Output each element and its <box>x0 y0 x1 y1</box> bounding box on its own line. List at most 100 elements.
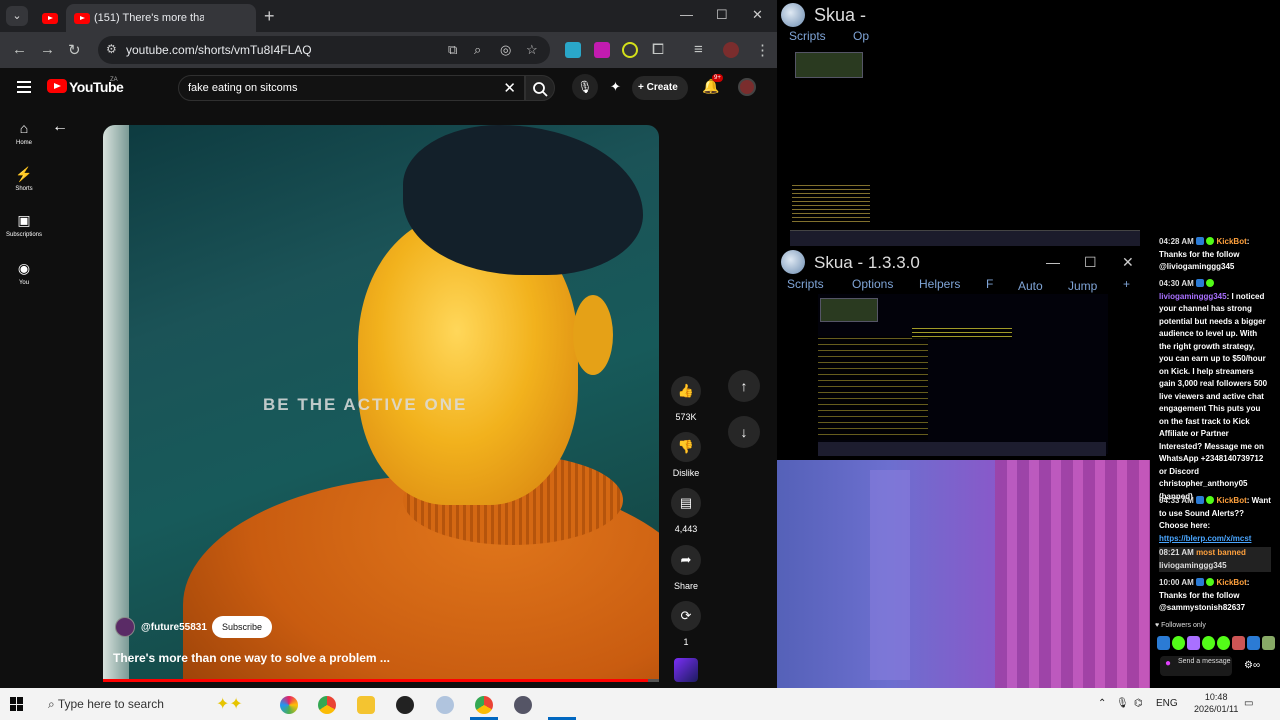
chrome-app-icon[interactable] <box>318 696 336 714</box>
emote-icon[interactable] <box>1232 636 1245 650</box>
maximize-button[interactable]: ☐ <box>716 7 728 23</box>
forward-button[interactable]: → <box>40 41 55 58</box>
skua-close-button[interactable]: ✕ <box>1122 254 1134 271</box>
microphone-tray-icon[interactable]: 🎙 <box>1116 698 1129 709</box>
message-user[interactable]: KickBot <box>1217 578 1247 587</box>
address-bar[interactable]: ⚙ youtube.com/shorts/vmTu8I4FLAQ ⧉ ⌕ ◎ ☆ <box>98 36 550 64</box>
subscribe-button[interactable]: Subscribe <box>212 616 272 638</box>
skua-small-menu-scripts[interactable]: Scripts <box>789 29 826 43</box>
skua-menu-auto[interactable]: Auto <box>1018 279 1043 293</box>
guide-label: Shorts <box>15 186 33 192</box>
back-arrow-icon[interactable]: ← <box>52 118 68 136</box>
guide-item-you[interactable]: ◉ You <box>0 260 48 286</box>
like-button[interactable]: 👍 573K <box>668 376 704 422</box>
skua-menu-f[interactable]: F <box>986 277 993 291</box>
media-control-icon[interactable]: ≡ <box>694 41 703 58</box>
snipping-app-icon[interactable] <box>436 696 454 714</box>
channel-name[interactable]: @future55831 <box>141 622 207 633</box>
emote-icon[interactable] <box>1217 636 1230 650</box>
video-progress-bar[interactable] <box>103 679 659 682</box>
search-button[interactable] <box>525 75 555 101</box>
install-icon[interactable]: ⧉ <box>448 42 457 58</box>
browser-menu-icon[interactable]: ⋮ <box>755 41 770 59</box>
new-tab-button[interactable]: + <box>264 6 275 27</box>
site-info-icon[interactable]: ⚙ <box>106 42 117 56</box>
mod-badge-icon <box>1196 237 1205 245</box>
sound-thumbnail[interactable] <box>674 658 698 682</box>
youtube-logo-icon[interactable] <box>47 79 67 93</box>
pinwheel-app-icon[interactable] <box>280 696 298 714</box>
dislike-button[interactable]: 👎 Dislike <box>668 432 704 478</box>
create-button[interactable]: + Create <box>632 76 688 100</box>
skua-small-menu-options[interactable]: Op <box>853 29 869 43</box>
channel-avatar[interactable] <box>115 617 135 637</box>
mic-icon[interactable]: ● <box>1165 659 1171 669</box>
tab-search-button[interactable]: ⌄ <box>6 6 28 26</box>
bookmark-star-icon[interactable]: ☆ <box>526 42 538 58</box>
remix-icon: ⟳ <box>671 601 701 631</box>
user-avatar[interactable] <box>738 78 756 96</box>
guide-item-home[interactable]: ⌂ Home <box>0 120 48 146</box>
skua-menu-jump[interactable]: Jump <box>1068 279 1097 293</box>
guide-item-shorts[interactable]: ⚡ Shorts <box>0 166 48 192</box>
taskbar-clock[interactable]: 10:48 2026/01/11 <box>1194 691 1238 715</box>
previous-short-button[interactable]: ↑ <box>728 370 760 402</box>
emote-icon[interactable] <box>1247 636 1260 650</box>
reload-button[interactable]: ↻ <box>68 41 81 59</box>
chat-settings-icon[interactable]: ⚙∞ <box>1244 660 1260 671</box>
message-user[interactable]: KickBot <box>1217 237 1247 246</box>
emote-icon[interactable] <box>1262 636 1275 650</box>
emote-icon[interactable] <box>1202 636 1215 650</box>
skua-app-icon[interactable] <box>514 696 532 714</box>
close-window-button[interactable]: ✕ <box>752 7 763 23</box>
windows-start-icon[interactable] <box>10 697 24 711</box>
search-input[interactable]: fake eating on sitcoms <box>188 82 297 94</box>
message-link[interactable]: https://blerp.com/x/mcst <box>1159 534 1251 543</box>
next-short-button[interactable]: ↓ <box>728 416 760 448</box>
hamburger-menu-icon[interactable] <box>17 81 31 93</box>
language-indicator[interactable]: ENG <box>1156 698 1178 709</box>
skua-menu-scripts[interactable]: Scripts <box>787 277 824 291</box>
voice-search-icon[interactable]: 🎙 <box>572 74 598 100</box>
skua-menu-helpers[interactable]: Helpers <box>919 277 960 291</box>
shorts-video-player[interactable]: BE THE ACTIVE ONE @future55831 Subscribe… <box>103 125 659 682</box>
skua-minimize-button[interactable]: — <box>1046 254 1060 270</box>
share-button[interactable]: ➦ Share <box>668 545 704 591</box>
clear-search-icon[interactable]: ✕ <box>503 79 516 97</box>
skua-menu-options[interactable]: Options <box>852 277 893 291</box>
short-title[interactable]: There's more than one way to solve a pro… <box>113 651 390 665</box>
windows-taskbar: ⌕ Type here to search ✦✦ ⌃ 🎙 ⌬ ENG 10:48… <box>0 688 1280 720</box>
taskbar-search[interactable]: ⌕ Type here to search <box>48 697 164 712</box>
remix-button[interactable]: ⟳ 1 <box>668 601 704 647</box>
message-user[interactable]: liviogaminggg345 <box>1159 292 1227 301</box>
chrome-app-icon[interactable] <box>475 696 493 714</box>
eye-off-icon[interactable]: ◎ <box>500 42 511 58</box>
tray-chevron-icon[interactable]: ⌃ <box>1098 698 1106 709</box>
extension-translate-icon[interactable] <box>565 42 581 58</box>
skua-maximize-button[interactable]: ☐ <box>1084 254 1097 271</box>
emote-icon[interactable] <box>1157 636 1170 650</box>
emote-icon[interactable] <box>1172 636 1185 650</box>
chat-message-input[interactable]: ● Send a message <box>1160 656 1232 676</box>
skua-menu-add[interactable]: + <box>1123 277 1130 291</box>
file-explorer-icon[interactable] <box>357 696 375 714</box>
extensions-puzzle-icon[interactable]: ⧠ <box>652 41 664 58</box>
emote-icon[interactable] <box>1187 636 1200 650</box>
tab-inactive[interactable] <box>34 4 64 32</box>
guide-item-subscriptions[interactable]: ▣ Subscriptions <box>0 212 48 238</box>
network-tray-icon[interactable]: ⌬ <box>1134 698 1143 709</box>
profile-avatar-icon[interactable] <box>723 42 739 58</box>
clock-time: 10:48 <box>1204 692 1228 702</box>
message-user[interactable]: KickBot <box>1217 496 1247 505</box>
minimize-button[interactable]: — <box>680 7 693 22</box>
tab-active[interactable]: (151) There's more than one way to solve… <box>66 4 256 32</box>
obs-app-icon[interactable] <box>396 696 414 714</box>
zoom-icon[interactable]: ⌕ <box>474 42 481 58</box>
notification-center-icon[interactable]: ▭ <box>1244 698 1253 709</box>
back-button[interactable]: ← <box>12 41 27 58</box>
search-box[interactable]: fake eating on sitcoms ✕ <box>178 75 525 101</box>
sparkle-icon[interactable]: ✦ <box>610 79 621 95</box>
extension-pink-icon[interactable] <box>594 42 610 58</box>
extension-yellow-icon[interactable] <box>622 42 638 58</box>
comments-button[interactable]: ▤ 4,443 <box>668 488 704 534</box>
